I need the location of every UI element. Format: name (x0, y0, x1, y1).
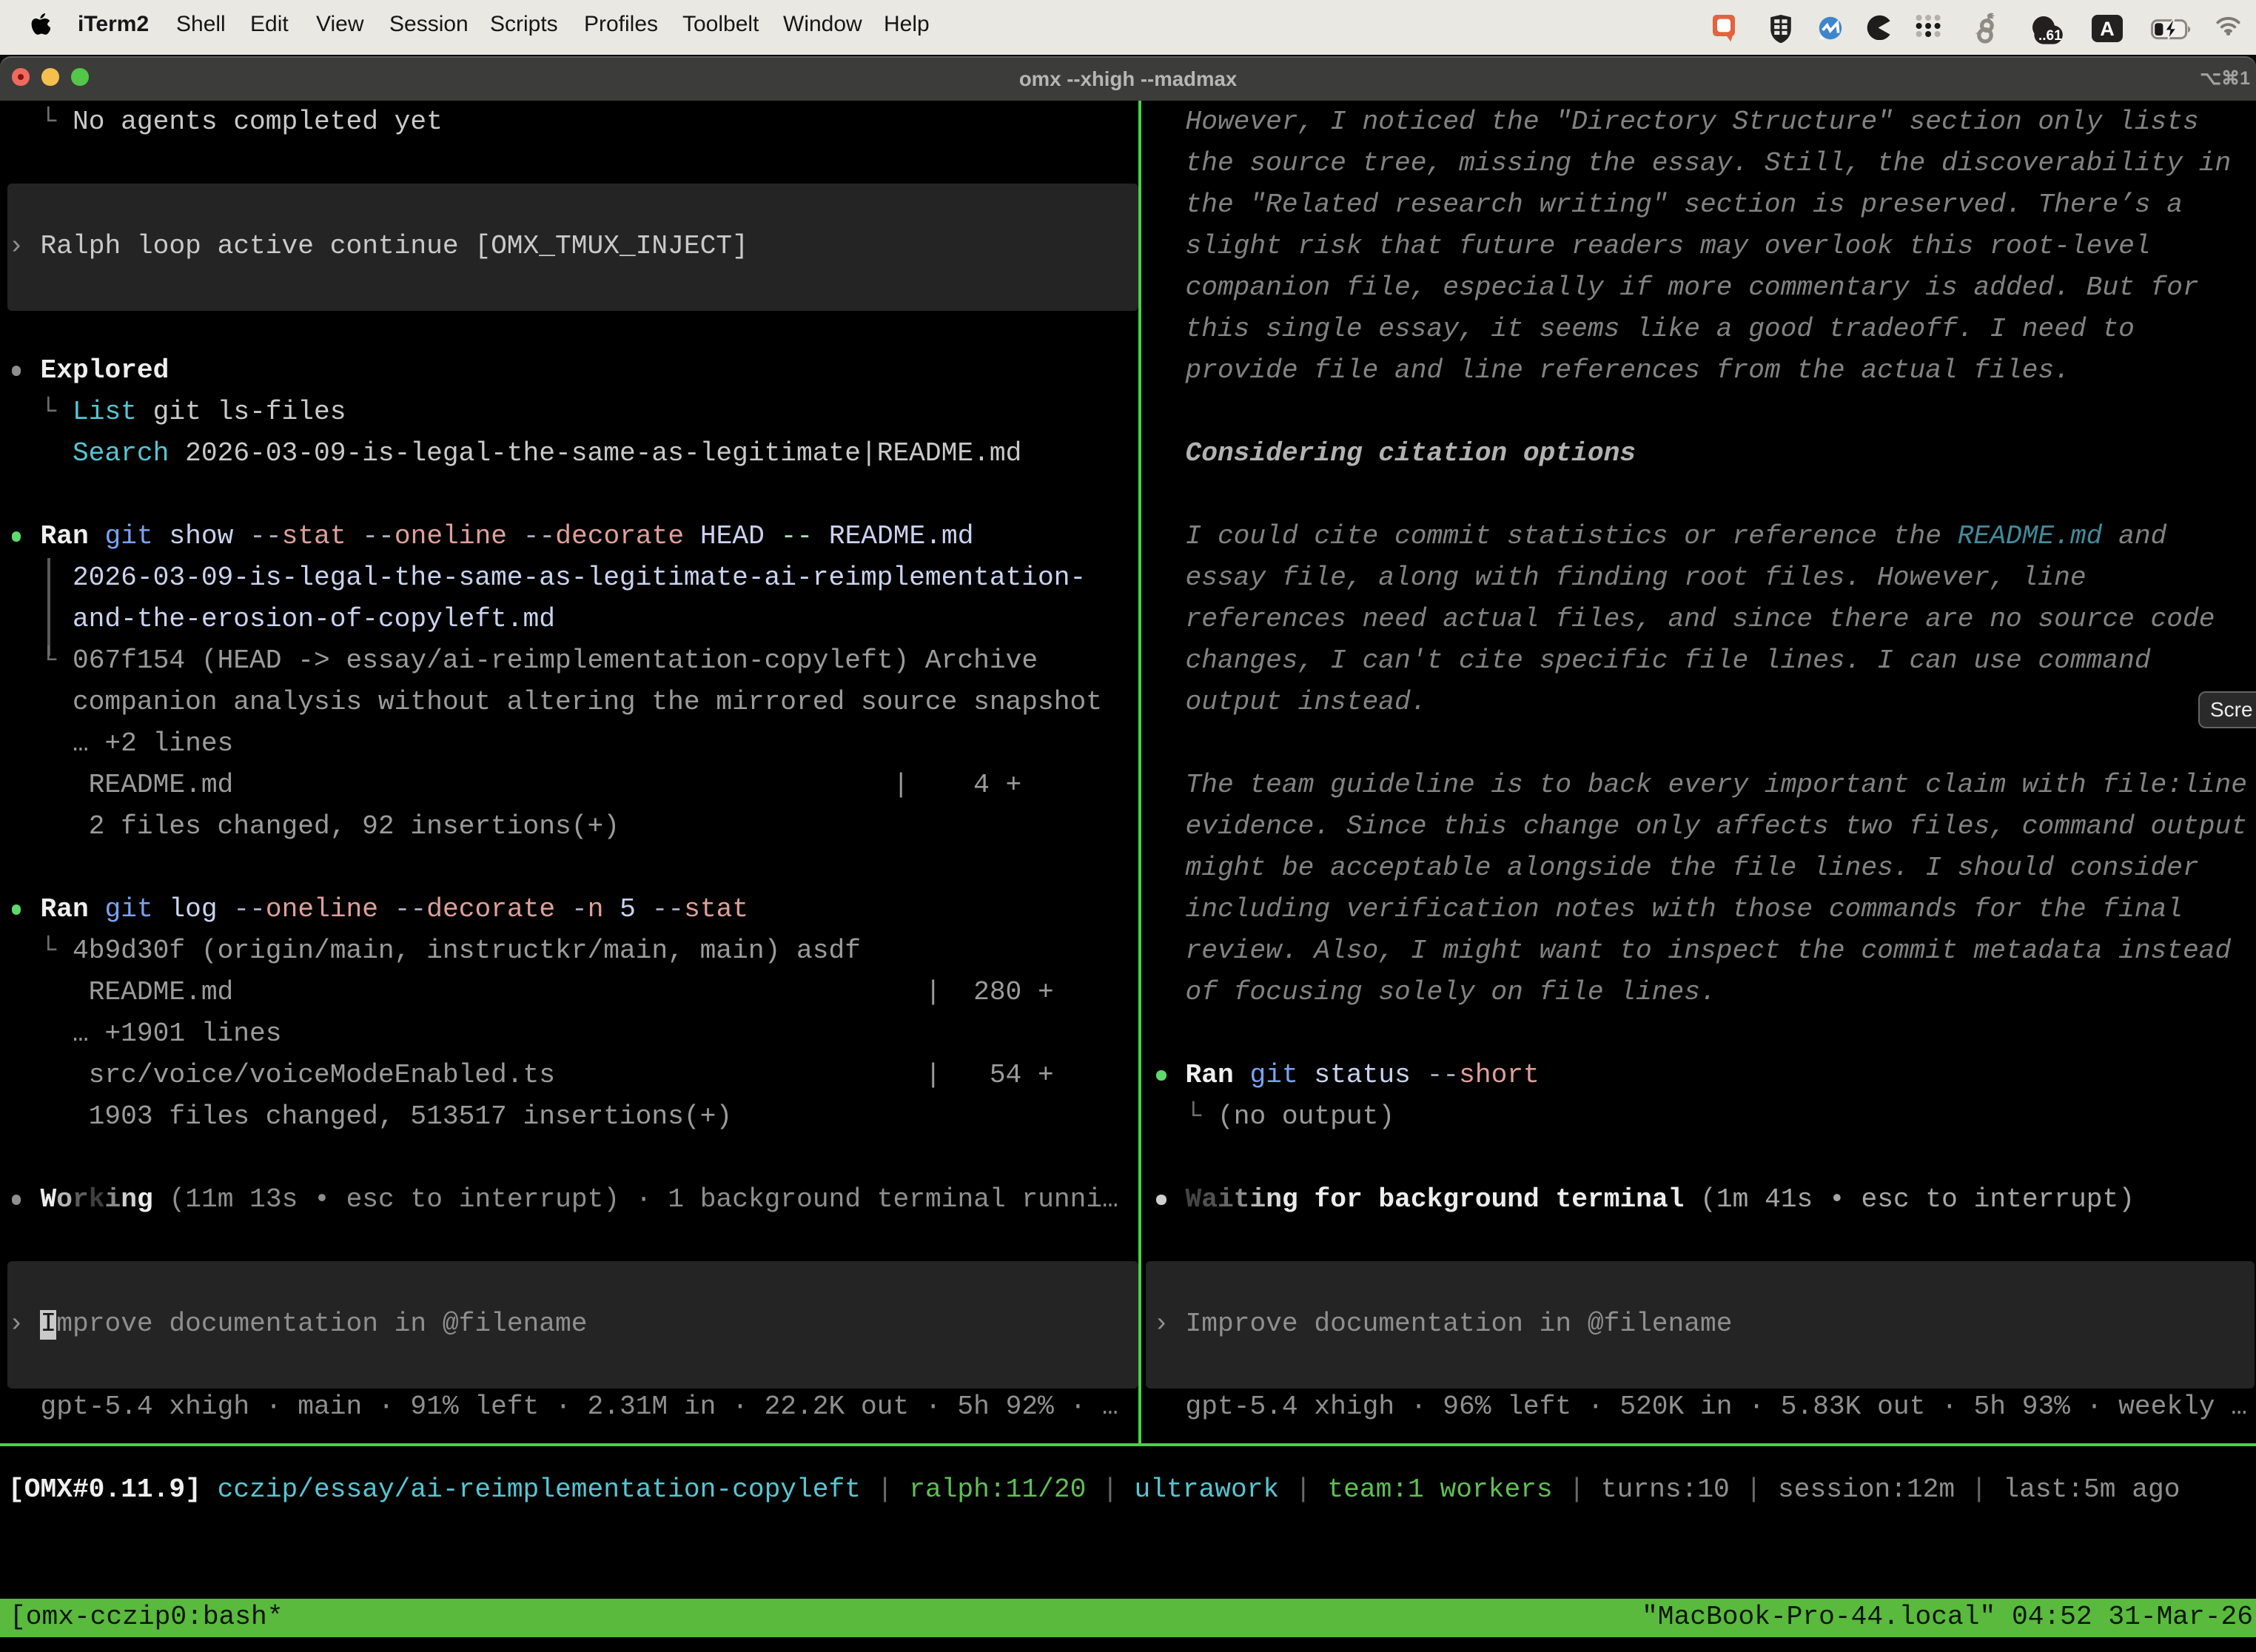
svg-text:A: A (2099, 18, 2114, 40)
svg-text:..61: ..61 (2038, 27, 2062, 43)
